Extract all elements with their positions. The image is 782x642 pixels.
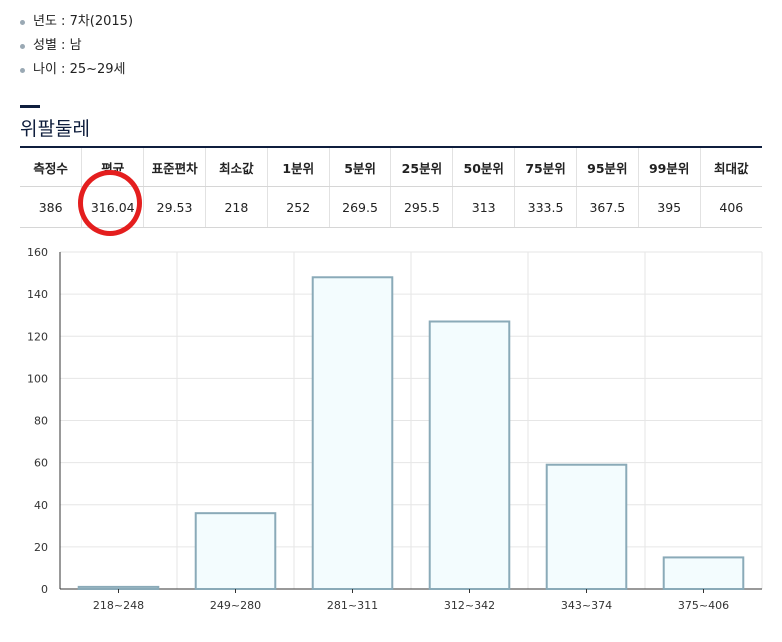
stats-table: 측정수 평균 표준편차 최소값 1분위 5분위 25분위 50분위 75분위 9…	[20, 146, 762, 228]
value-p5: 269.5	[328, 186, 391, 228]
bullet-icon	[20, 20, 25, 25]
value-stddev: 29.53	[143, 186, 206, 228]
header-p99: 99분위	[637, 147, 701, 187]
header-p5: 5분위	[328, 147, 391, 187]
header-p50: 50분위	[452, 147, 515, 187]
section-title: 위팔둘레	[20, 118, 90, 140]
header-p25: 25분위	[390, 147, 453, 187]
y-tick-label: 20	[34, 541, 48, 554]
stats-value-row: 386 316.04 29.53 218 252 269.5 295.5 313…	[20, 186, 762, 228]
header-p95: 95분위	[575, 147, 639, 187]
meta-year-label: 년도 : 7차(2015)	[33, 14, 134, 29]
section-title-accent	[20, 105, 40, 108]
value-max: 406	[699, 186, 762, 228]
y-tick-label: 160	[27, 246, 48, 259]
value-p75: 333.5	[514, 186, 577, 228]
x-tick-label: 312~342	[444, 599, 495, 612]
y-tick-label: 0	[41, 583, 48, 596]
value-mean: 316.04	[81, 186, 144, 228]
y-tick-label: 40	[34, 499, 48, 512]
header-min: 최소값	[204, 147, 268, 187]
stats-header-row: 측정수 평균 표준편차 최소값 1분위 5분위 25분위 50분위 75분위 9…	[20, 147, 762, 187]
meta-gender: 성별 : 남	[20, 34, 133, 58]
bar-375~406	[662, 556, 745, 590]
bar-218~248	[77, 585, 160, 590]
header-count: 측정수	[20, 147, 82, 187]
value-p1: 252	[266, 186, 330, 228]
bar-281~311	[311, 276, 394, 591]
header-mean: 평균	[81, 147, 144, 187]
bar-312~342	[428, 320, 511, 590]
bar-343~374	[545, 463, 628, 590]
y-tick-label: 120	[27, 330, 48, 343]
histogram-chart: 0 20 40 60 80 100 120 140 160 218~248 249~280 281~3…	[27, 246, 763, 612]
meta-age-label: 나이 : 25~29세	[33, 62, 126, 77]
meta-age: 나이 : 25~29세	[20, 58, 133, 82]
value-p95: 367.5	[575, 186, 639, 228]
header-max: 최대값	[699, 147, 762, 187]
bar-249~280	[194, 512, 277, 590]
bullet-icon	[20, 44, 25, 49]
x-tick-label: 375~406	[678, 599, 729, 612]
y-tick-label: 60	[34, 457, 48, 470]
x-tick-label: 343~374	[561, 599, 612, 612]
header-stddev: 표준편차	[143, 147, 206, 187]
value-min: 218	[204, 186, 268, 228]
bullet-icon	[20, 68, 25, 73]
meta-gender-label: 성별 : 남	[33, 38, 82, 53]
x-tick-label: 218~248	[93, 599, 144, 612]
y-tick-label: 140	[27, 288, 48, 301]
y-tick-label: 100	[27, 372, 48, 385]
meta-list: 년도 : 7차(2015) 성별 : 남 나이 : 25~29세	[20, 10, 133, 82]
y-tick-label: 80	[34, 415, 48, 428]
value-count: 386	[20, 186, 82, 228]
x-tick-label: 249~280	[210, 599, 261, 612]
meta-year: 년도 : 7차(2015)	[20, 10, 133, 34]
header-p75: 75분위	[514, 147, 577, 187]
value-p25: 295.5	[390, 186, 453, 228]
x-tick-label: 281~311	[327, 599, 378, 612]
header-p1: 1분위	[266, 147, 330, 187]
value-p50: 313	[452, 186, 515, 228]
value-p99: 395	[637, 186, 701, 228]
